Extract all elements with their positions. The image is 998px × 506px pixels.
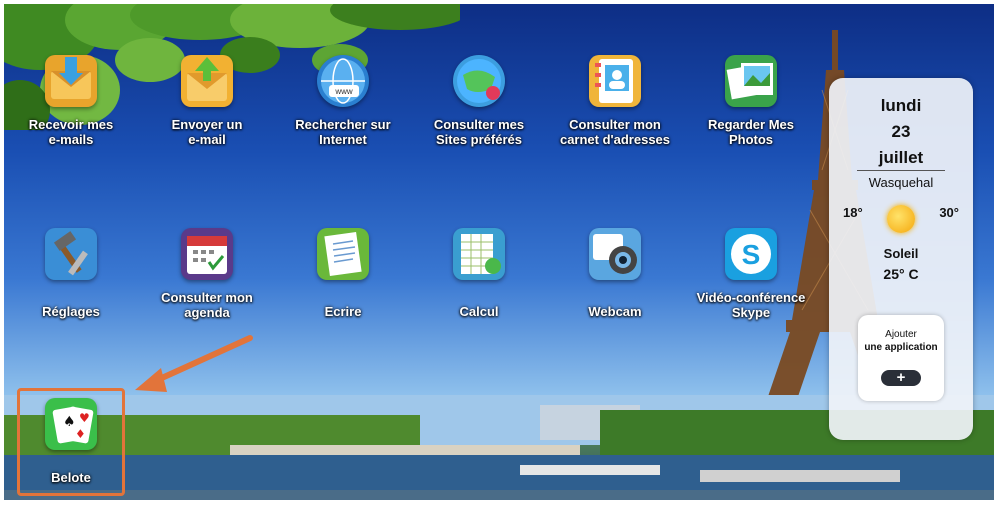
app-label: Belote xyxy=(51,470,91,485)
sun-icon xyxy=(887,205,915,233)
app-label: Ecrire xyxy=(324,304,362,319)
svg-text:www: www xyxy=(334,87,353,96)
weather-widget: lundi 23 juillet Wasquehal 18° 30° Solei… xyxy=(829,78,973,440)
app-label: Regarder Mes Photos xyxy=(708,117,794,147)
app-label: Consulter mon agenda xyxy=(161,290,253,320)
app-label: Recevoir mes e-mails xyxy=(28,117,114,147)
calendar-icon xyxy=(181,228,233,280)
spreadsheet-icon xyxy=(453,228,505,280)
weather-min-temp: 18° xyxy=(843,205,863,220)
favorites-globe-icon xyxy=(453,55,505,107)
weather-date: 23 xyxy=(891,122,911,141)
weather-day: lundi xyxy=(880,96,922,115)
app-label: Webcam xyxy=(588,304,642,319)
app-label: Réglages xyxy=(42,304,100,319)
app-receive-emails[interactable]: Recevoir mes e-mails xyxy=(6,55,136,147)
pointer-arrow xyxy=(135,335,253,392)
add-app-label-2: une application xyxy=(864,342,938,353)
app-search-internet[interactable]: www Rechercher sur Internet xyxy=(278,55,408,147)
skype-icon: S xyxy=(725,228,777,280)
add-application-card[interactable]: Ajouter une application + xyxy=(858,315,944,401)
app-label: Consulter mes Sites préférés xyxy=(433,117,525,147)
weather-city: Wasquehal xyxy=(868,175,934,190)
app-favorite-sites[interactable]: Consulter mes Sites préférés xyxy=(414,55,544,147)
app-label: Consulter mon carnet d'adresses xyxy=(559,117,671,147)
weather-month: juillet xyxy=(878,148,924,167)
svg-text:♠: ♠ xyxy=(63,414,76,430)
weather-max-temp: 30° xyxy=(939,205,959,220)
app-label: Calcul xyxy=(459,304,499,319)
app-photos[interactable]: Regarder Mes Photos xyxy=(686,55,816,147)
address-book-icon xyxy=(589,55,641,107)
app-label: Rechercher sur Internet xyxy=(295,117,391,147)
webcam-icon xyxy=(589,228,641,280)
weather-condition: Soleil xyxy=(883,246,919,261)
weather-current-temp: 25° C xyxy=(883,266,919,282)
desktop: Recevoir mes e-mails Envoyer un e-mail w… xyxy=(0,0,998,506)
svg-text:♦: ♦ xyxy=(75,427,86,441)
envelope-send-icon xyxy=(181,55,233,107)
svg-text:♥: ♥ xyxy=(79,411,90,425)
app-write[interactable]: Ecrire xyxy=(278,228,408,319)
app-send-email[interactable]: Envoyer un e-mail xyxy=(142,55,272,147)
app-belote[interactable]: ♠ ♦ ♥ Belote xyxy=(6,398,136,485)
app-label: Vidéo-conférence Skype xyxy=(696,290,806,320)
app-agenda[interactable]: Consulter mon agenda xyxy=(142,228,272,320)
app-calc[interactable]: Calcul xyxy=(414,228,544,319)
app-skype[interactable]: S Vidéo-conférence Skype xyxy=(686,228,816,320)
svg-text:S: S xyxy=(742,239,761,270)
tools-icon xyxy=(45,228,97,280)
document-write-icon xyxy=(317,228,369,280)
app-label: Envoyer un e-mail xyxy=(171,117,243,147)
app-address-book[interactable]: Consulter mon carnet d'adresses xyxy=(550,55,680,147)
add-application-button[interactable]: + xyxy=(881,370,921,386)
app-webcam[interactable]: Webcam xyxy=(550,228,680,319)
playing-cards-icon: ♠ ♦ ♥ xyxy=(45,398,97,450)
envelope-receive-icon xyxy=(45,55,97,107)
app-settings[interactable]: Réglages xyxy=(6,228,136,319)
add-app-label-1: Ajouter xyxy=(885,329,917,340)
divider xyxy=(857,170,945,171)
globe-www-icon: www xyxy=(317,55,369,107)
photos-icon xyxy=(725,55,777,107)
